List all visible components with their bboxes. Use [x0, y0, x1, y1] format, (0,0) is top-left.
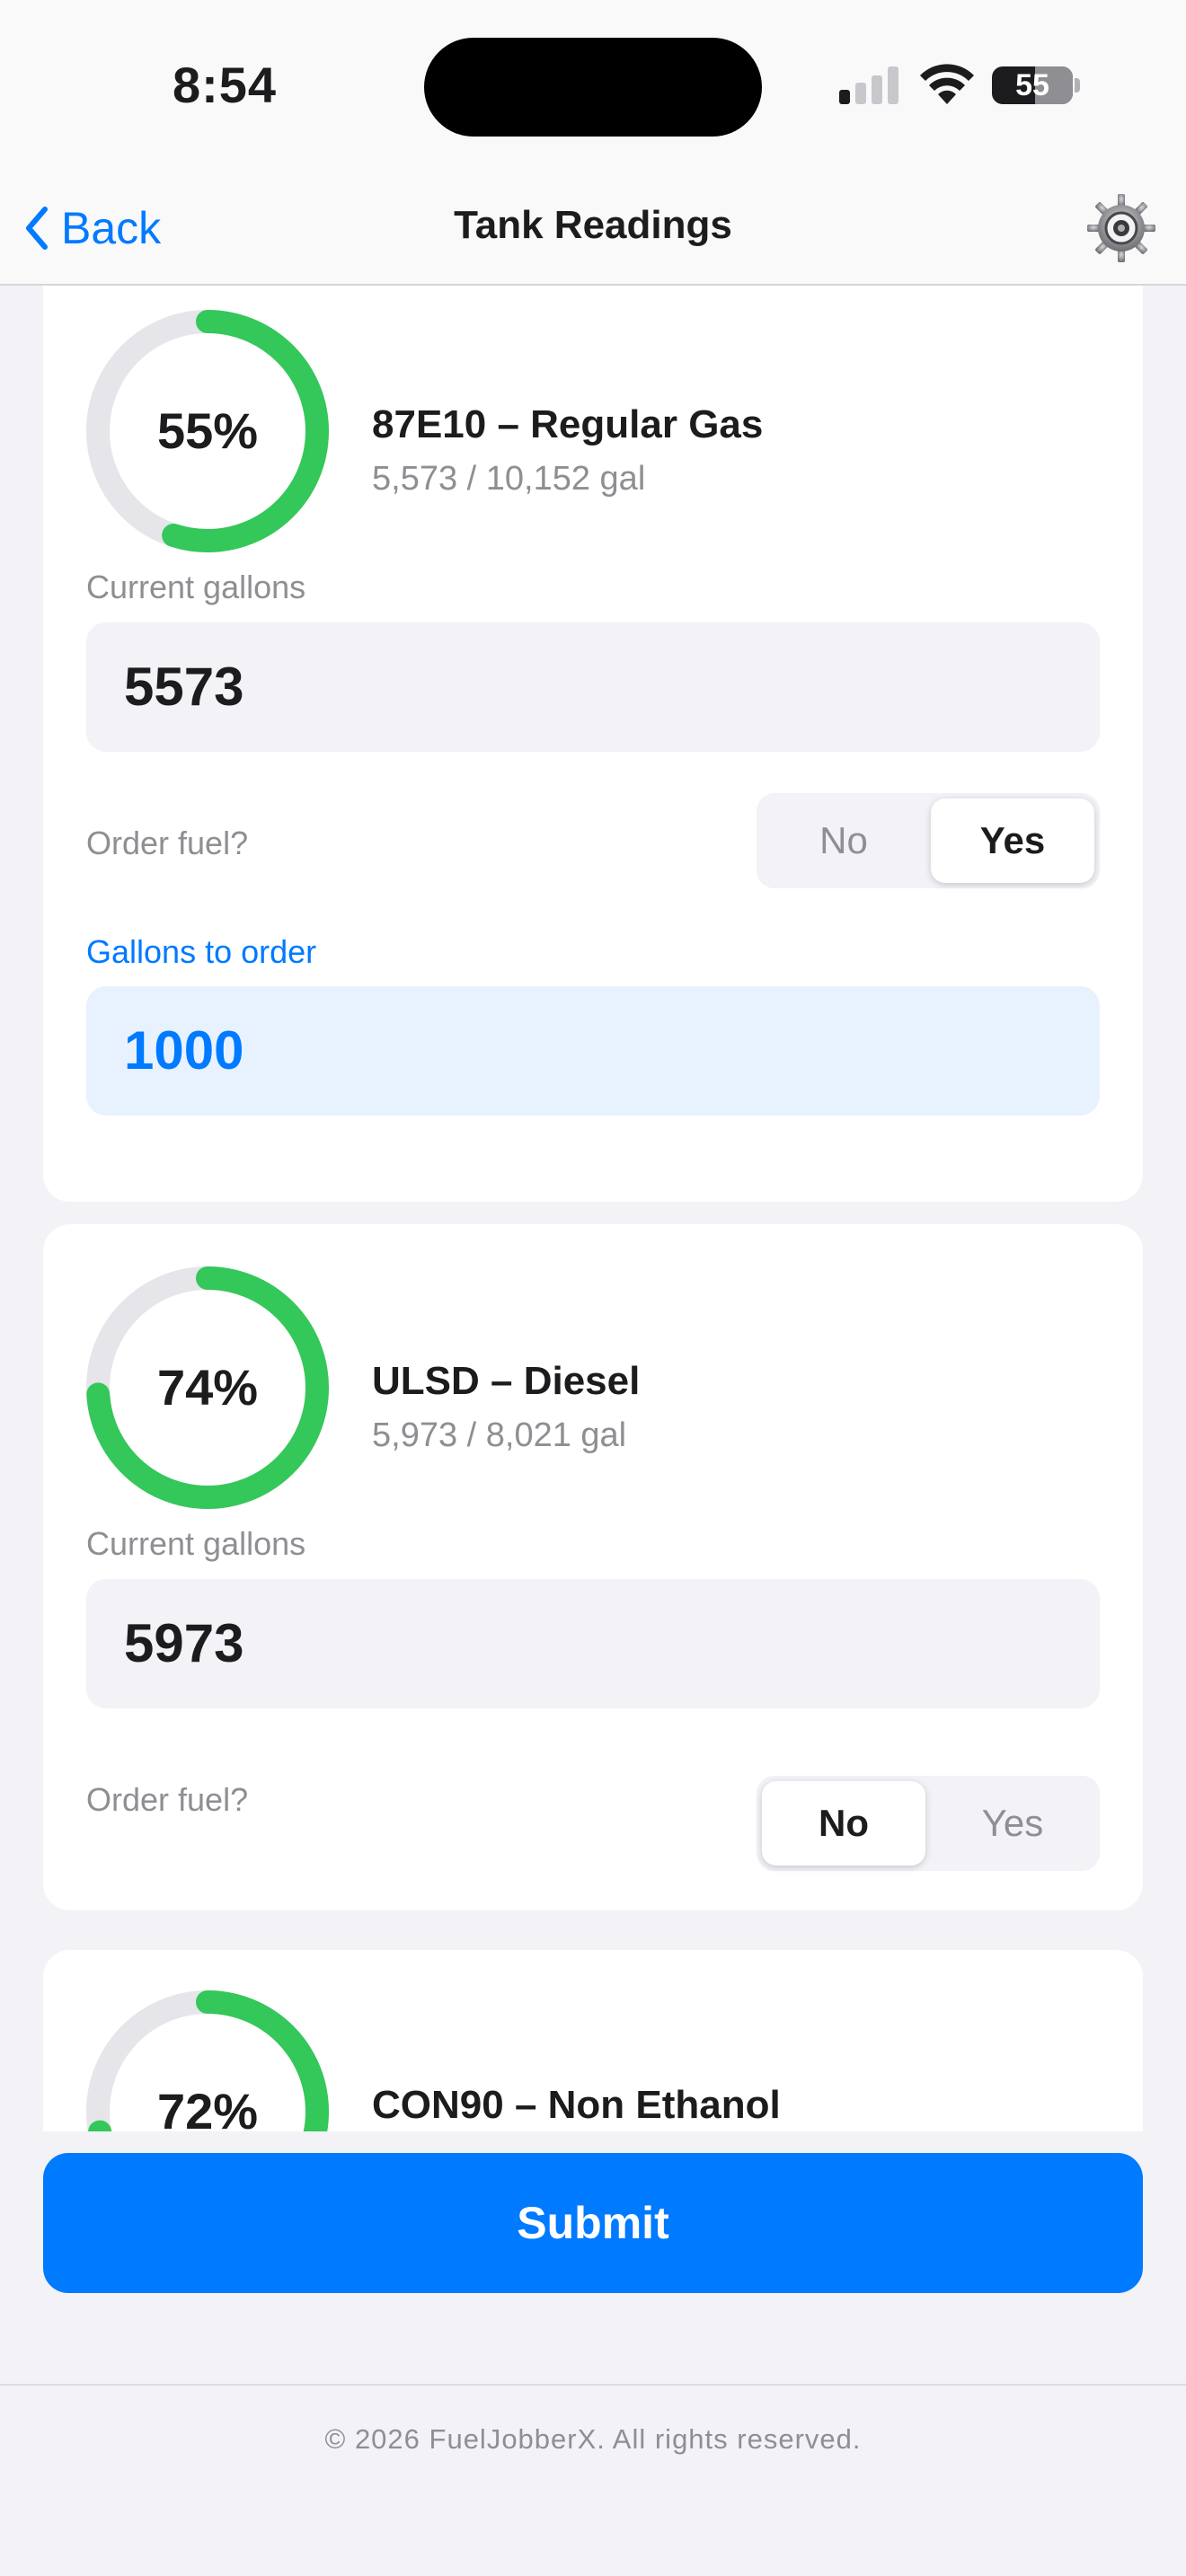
- battery-nub: [1075, 78, 1080, 93]
- tank-card: 72% CON90 – Non Ethanol: [43, 1950, 1143, 2131]
- cellular-signal-icon: [839, 65, 900, 104]
- tank-card: 74% ULSD – Diesel 5,973 / 8,021 gal Curr…: [43, 1224, 1143, 1910]
- screen: 8:54 55 Back Tank Readings 55% 87E10 – R…: [0, 0, 1186, 2576]
- tank-capacity: 5,573 / 10,152 gal: [372, 460, 646, 498]
- tank-capacity: 5,973 / 8,021 gal: [372, 1416, 627, 1454]
- order-fuel-toggle: No Yes: [757, 1776, 1100, 1871]
- chevron-left-icon: [26, 207, 48, 250]
- order-fuel-no-option[interactable]: No: [762, 798, 925, 883]
- status-bar: 8:54 55: [0, 0, 1186, 171]
- current-gallons-label: Current gallons: [86, 569, 306, 605]
- back-label: Back: [61, 203, 162, 253]
- footer: © 2026 FuelJobberX. All rights reserved.: [0, 2384, 1186, 2576]
- status-time: 8:54: [172, 57, 278, 113]
- page-title: Tank Readings: [454, 203, 732, 247]
- order-fuel-label: Order fuel?: [86, 1781, 249, 1818]
- order-fuel-yes-option[interactable]: Yes: [931, 798, 1094, 883]
- battery-level: 55: [1015, 68, 1049, 102]
- tank-card: 55% 87E10 – Regular Gas 5,573 / 10,152 g…: [43, 286, 1143, 1202]
- fill-ring: 55%: [86, 310, 329, 552]
- current-gallons-input[interactable]: 5973: [86, 1579, 1100, 1708]
- nav-bar: Back Tank Readings: [0, 171, 1186, 286]
- order-fuel-no-option[interactable]: No: [762, 1781, 925, 1866]
- fill-ring: 74%: [86, 1266, 329, 1509]
- tank-name: CON90 – Non Ethanol: [372, 2083, 781, 2127]
- order-fuel-yes-option[interactable]: Yes: [931, 1781, 1094, 1866]
- submit-button[interactable]: Submit: [43, 2153, 1143, 2293]
- battery-icon: 55: [992, 66, 1073, 104]
- tank-name: ULSD – Diesel: [372, 1359, 641, 1403]
- wifi-icon: [920, 64, 974, 104]
- tank-name: 87E10 – Regular Gas: [372, 402, 764, 446]
- tank-list[interactable]: 55% 87E10 – Regular Gas 5,573 / 10,152 g…: [0, 286, 1186, 2131]
- current-gallons-label: Current gallons: [86, 1525, 306, 1562]
- current-gallons-input[interactable]: 5573: [86, 622, 1100, 752]
- gear-icon[interactable]: [1085, 192, 1157, 264]
- order-fuel-toggle: No Yes: [757, 793, 1100, 888]
- fill-percent: 74%: [156, 1359, 259, 1416]
- dynamic-island: [424, 38, 762, 137]
- back-button[interactable]: Back: [23, 196, 161, 260]
- fill-percent: 55%: [156, 402, 259, 459]
- gallons-to-order-input[interactable]: 1000: [86, 986, 1100, 1116]
- fill-ring: 72%: [86, 1990, 329, 2131]
- order-fuel-label: Order fuel?: [86, 825, 249, 861]
- fill-percent: 72%: [156, 2083, 259, 2131]
- copyright-text: © 2026 FuelJobberX. All rights reserved.: [324, 2423, 862, 2455]
- gallons-to-order-label: Gallons to order: [86, 933, 317, 970]
